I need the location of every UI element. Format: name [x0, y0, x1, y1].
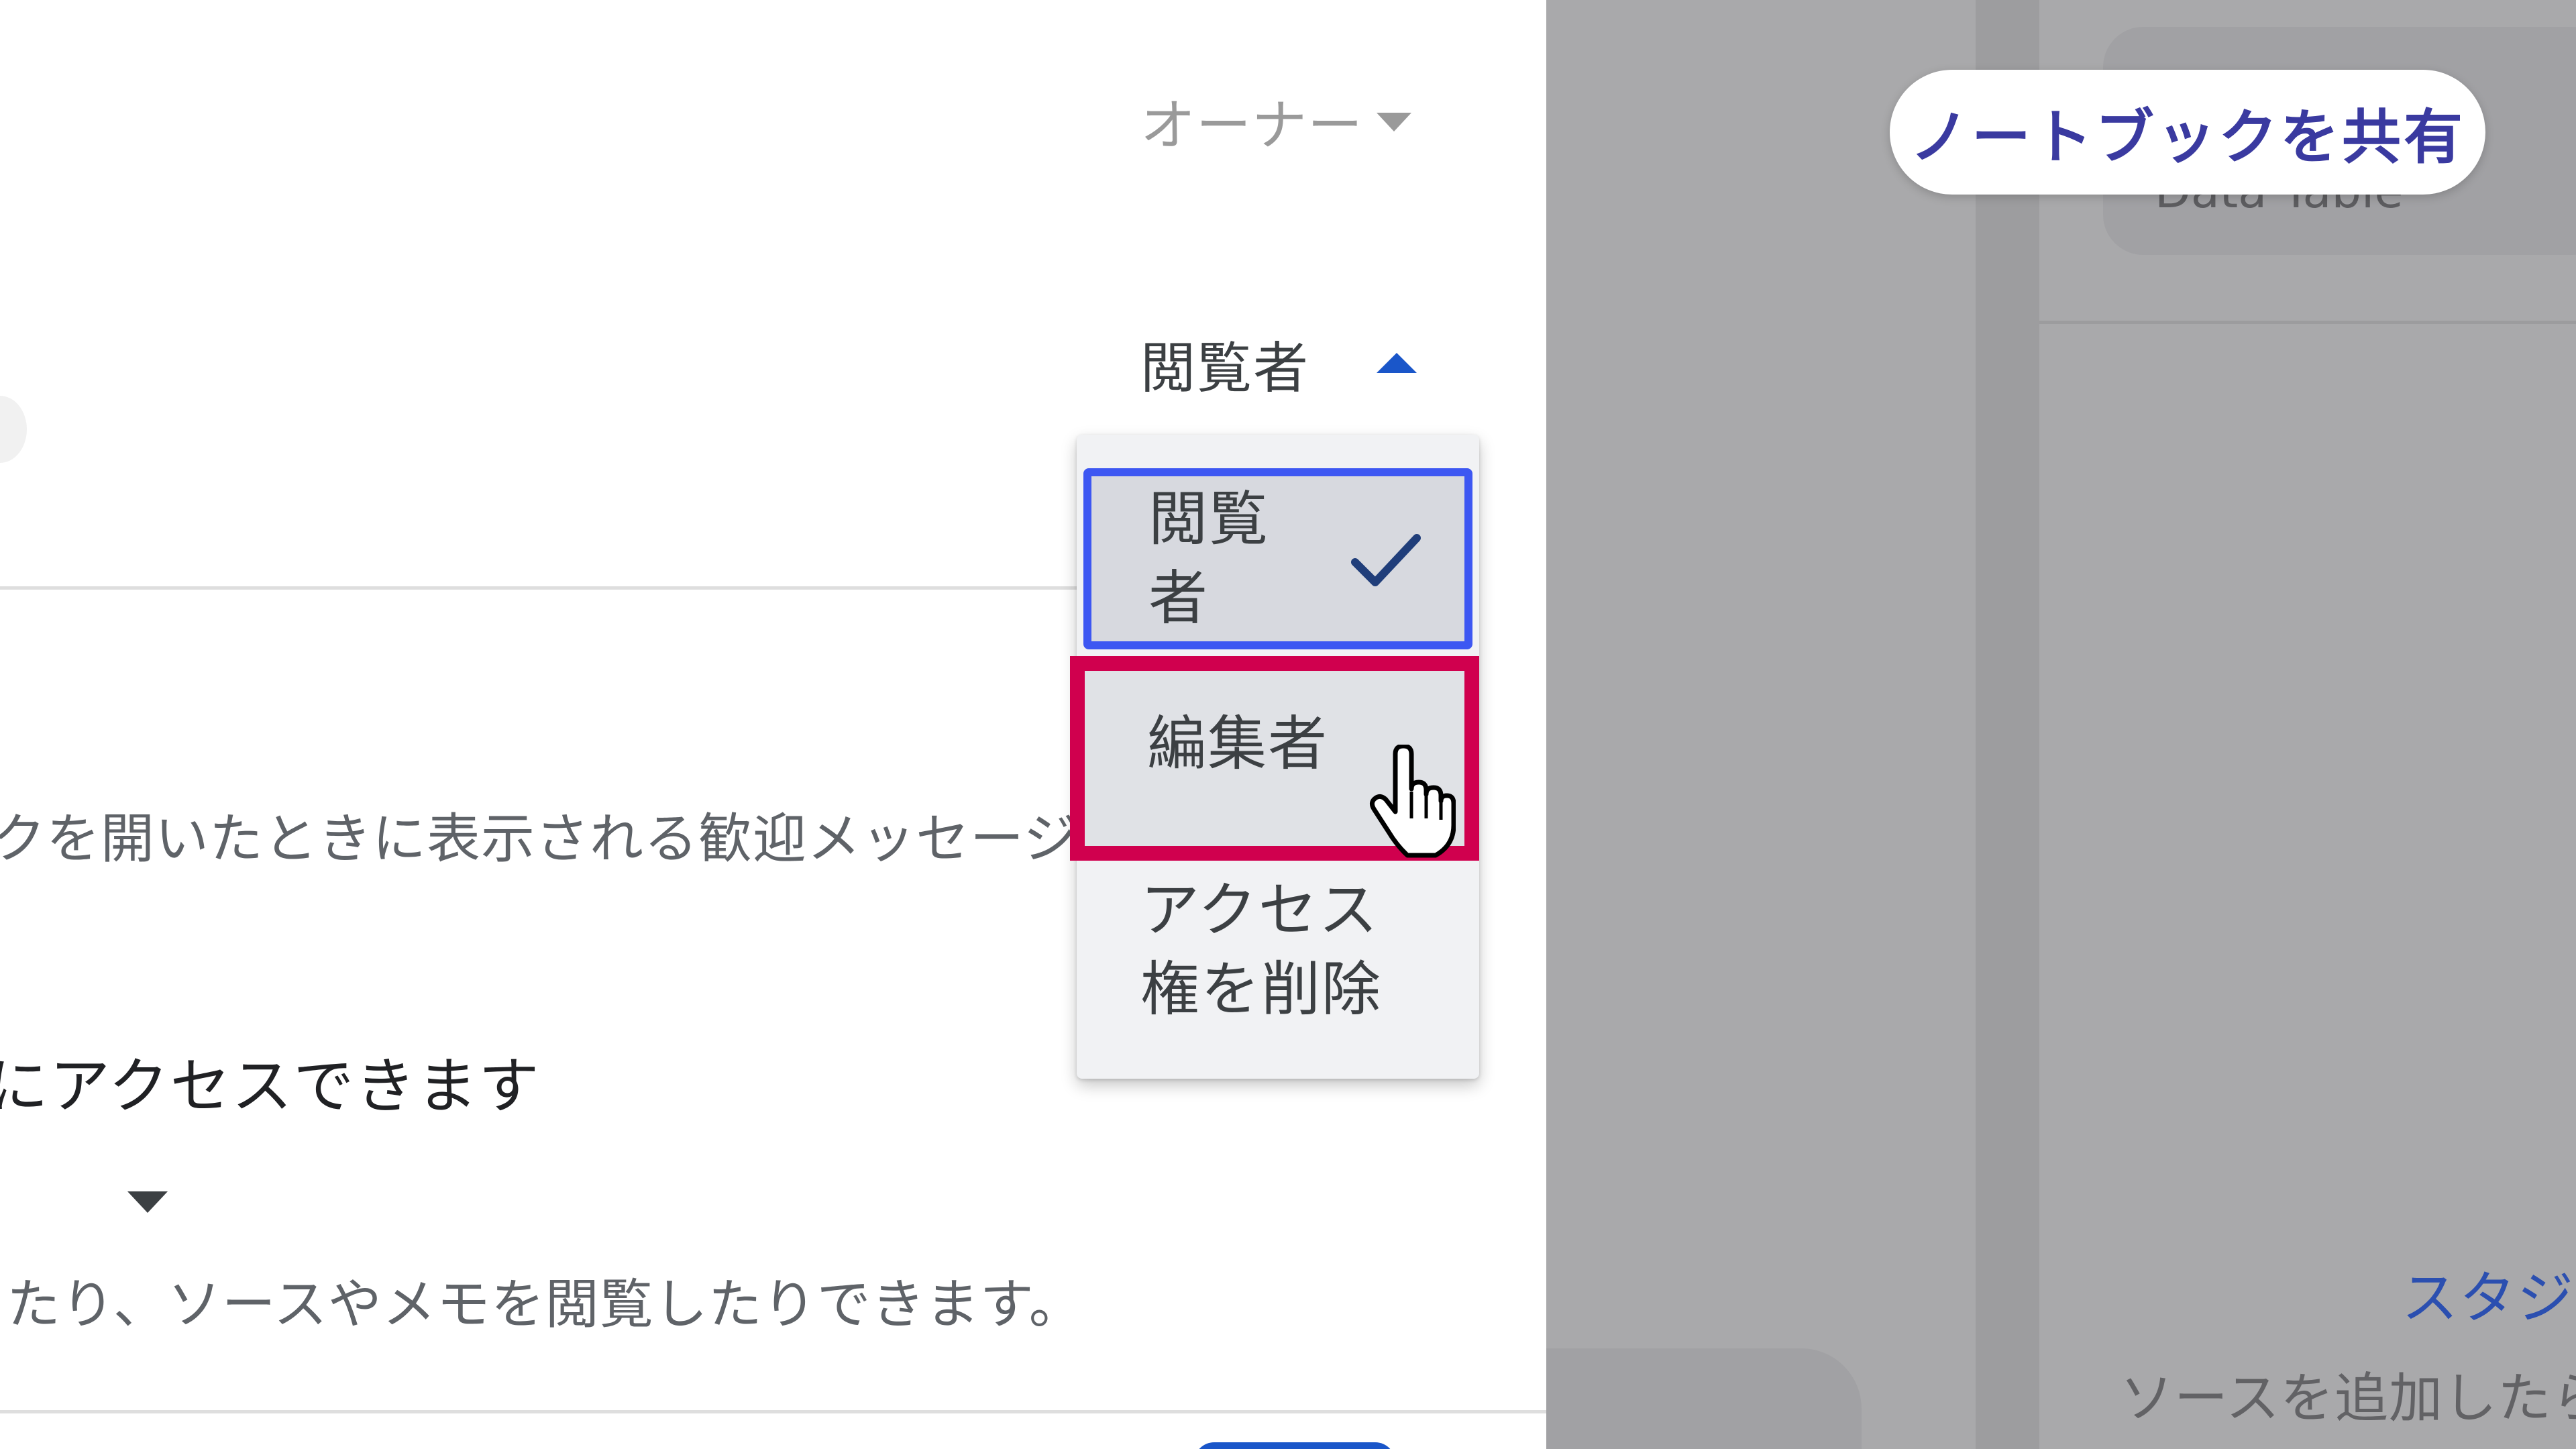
avatar-edge — [0, 396, 27, 463]
share-notebook-title: ノートブックを共有 — [1890, 70, 2485, 195]
welcome-message-description: クを開いたときに表示される歓迎メッセージ — [0, 808, 1078, 870]
add-source-hint: ソースを追加したら — [2120, 1367, 2576, 1430]
divider — [2039, 321, 2576, 324]
primary-button[interactable] — [1194, 1442, 1395, 1449]
access-heading: にアクセスできます — [0, 1051, 541, 1122]
menu-item-label: 編集者 — [1147, 709, 1329, 778]
chevron-down-icon — [1377, 113, 1411, 131]
menu-item-label: アクセス権を削除 — [1140, 875, 1383, 1024]
hand-pointer-icon — [1369, 745, 1456, 858]
checkmark-icon — [1351, 534, 1421, 586]
menu-item-viewer[interactable]: 閲覧者 — [1083, 468, 1472, 649]
divider — [0, 1410, 1546, 1413]
access-description: たり、ソースやメモを閲覧したりできます。 — [7, 1273, 1083, 1336]
role-dropdown-button[interactable]: 閲覧者 — [1140, 323, 1309, 403]
chevron-up-icon[interactable] — [1377, 353, 1417, 373]
owner-role-label: オーナー — [1140, 94, 1364, 158]
chat-input-area — [1546, 1348, 1862, 1449]
screen: オーナー 閲覧者 クを開いたときに表示される歓迎メッセージ にアクセスできます … — [0, 0, 2576, 1449]
chevron-down-icon[interactable] — [127, 1191, 168, 1213]
menu-item-remove-access[interactable]: アクセス権を削除 — [1077, 871, 1479, 1079]
menu-item-label: 閲覧者 — [1148, 484, 1270, 633]
studio-label: スタジオ — [2402, 1265, 2576, 1331]
panel-separator — [1976, 0, 2039, 1449]
divider — [0, 586, 1077, 590]
